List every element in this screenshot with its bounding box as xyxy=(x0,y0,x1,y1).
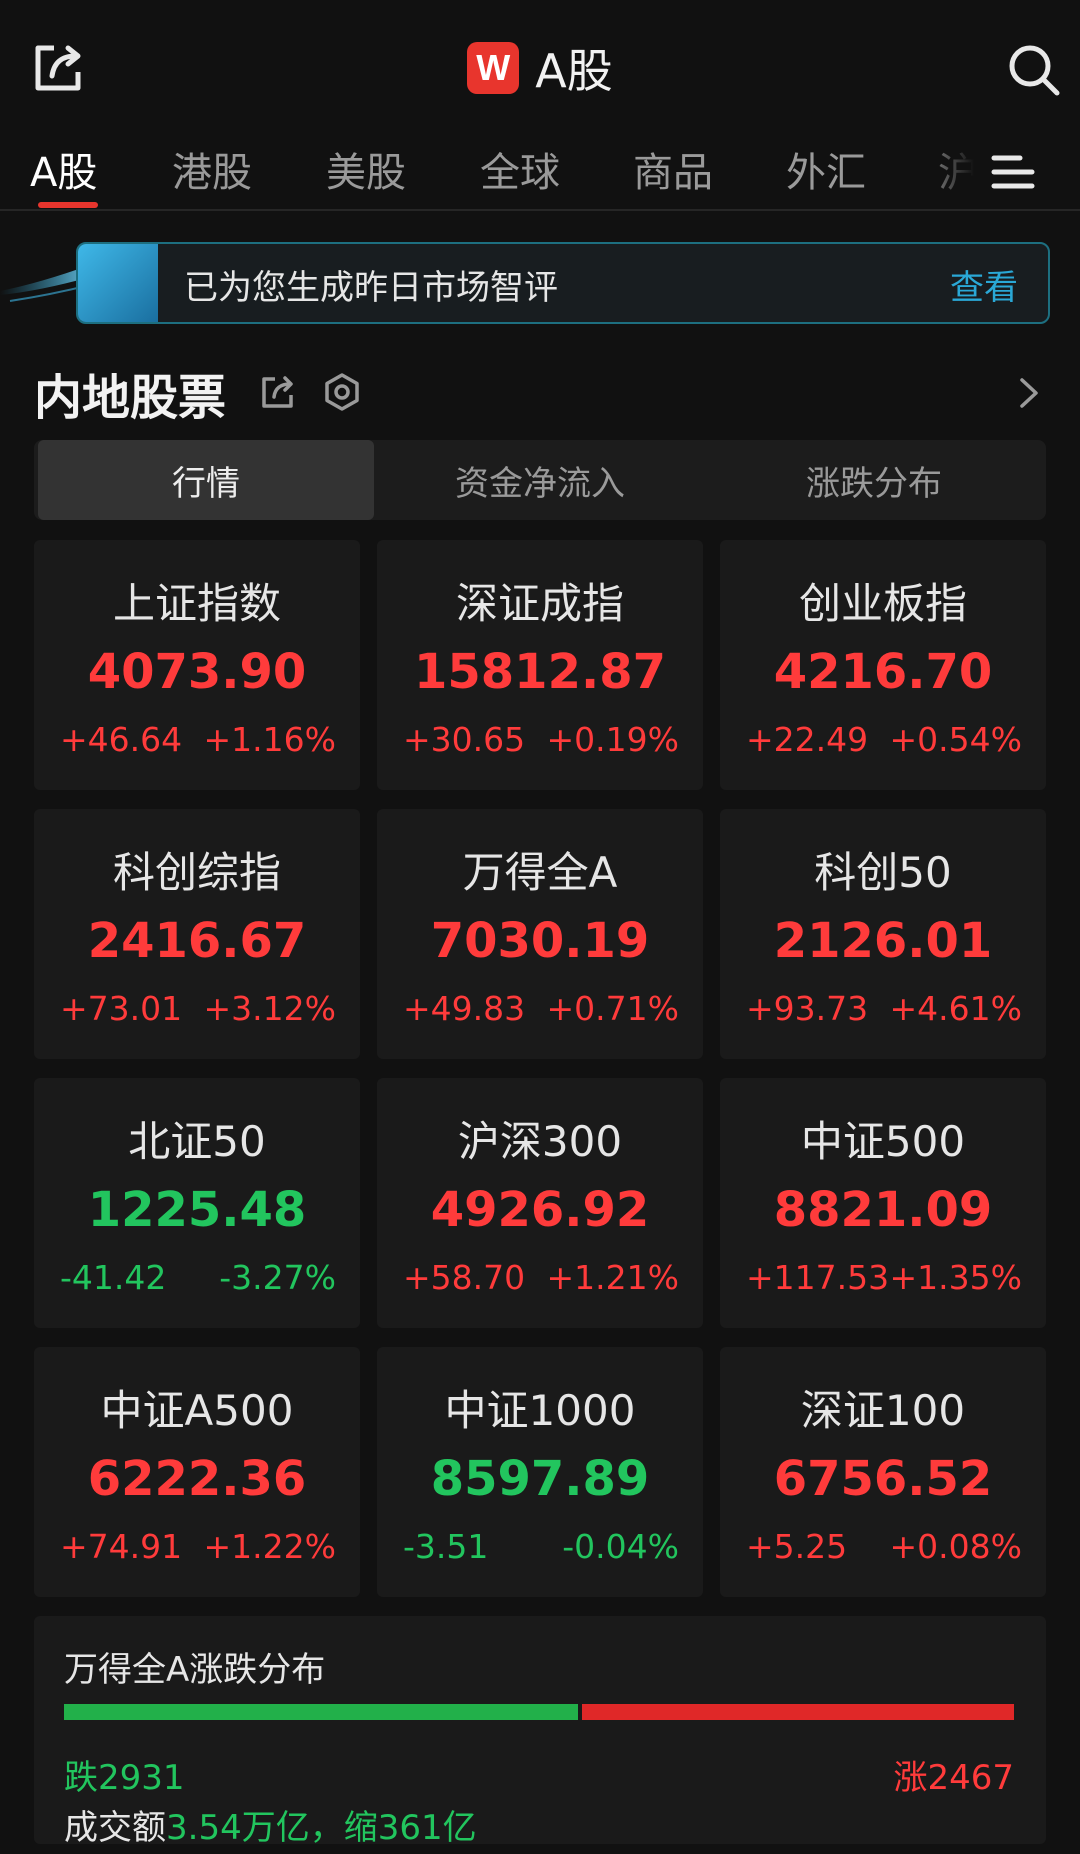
section-title: 内地股票 xyxy=(34,370,227,426)
settings-icon[interactable] xyxy=(322,372,362,412)
index-change-percent: +1.35% xyxy=(889,1258,1022,1297)
index-card[interactable]: 万得全A 7030.19 +49.83 +0.71% xyxy=(377,809,703,1059)
index-name: 上证指数 xyxy=(112,579,281,628)
tab-us-shares[interactable]: 美股 xyxy=(326,140,406,198)
index-change: +58.70 xyxy=(403,1258,526,1297)
tab-fade-overlay xyxy=(920,130,980,210)
segment-distribution[interactable]: 涨跌分布 xyxy=(706,440,1042,520)
index-card[interactable]: 中证500 8821.09 +117.53 +1.35% xyxy=(720,1078,1046,1328)
index-card[interactable]: 北证50 1225.48 -41.42 -3.27% xyxy=(34,1078,360,1328)
index-card[interactable]: 深证成指 15812.87 +30.65 +0.19% xyxy=(377,540,703,790)
distribution-bar xyxy=(64,1704,1014,1720)
index-name: 中证500 xyxy=(800,1117,966,1166)
view-segmented-control: 行情 资金净流入 涨跌分布 xyxy=(34,440,1046,520)
market-tabs: A股 港股 美股 全球 商品 外汇 沪 xyxy=(0,130,1080,210)
section-share-icon[interactable] xyxy=(260,374,296,410)
index-change-percent: +0.08% xyxy=(889,1527,1022,1566)
index-card[interactable]: 中证1000 8597.89 -3.51 -0.04% xyxy=(377,1347,703,1597)
banner-view-link[interactable]: 查看 xyxy=(950,260,1018,309)
index-card[interactable]: 沪深300 4926.92 +58.70 +1.21% xyxy=(377,1078,703,1328)
turnover-value: 3.54万亿，缩361亿 xyxy=(166,1808,477,1848)
turnover-label: 成交额 xyxy=(64,1808,166,1848)
distribution-title: 万得全A涨跌分布 xyxy=(64,1650,326,1690)
index-name: 深证100 xyxy=(800,1386,966,1435)
active-tab-indicator xyxy=(38,202,98,208)
index-change-percent: +4.61% xyxy=(889,989,1022,1028)
turnover-text: 成交额3.54万亿，缩361亿 xyxy=(64,1800,477,1849)
index-value: 4216.70 xyxy=(773,644,993,700)
fall-count: 跌2931 xyxy=(64,1758,185,1798)
segment-net-inflow[interactable]: 资金净流入 xyxy=(372,440,708,520)
page-title: A股 xyxy=(535,44,613,98)
index-value: 8597.89 xyxy=(430,1451,650,1507)
index-name: 北证50 xyxy=(128,1117,266,1166)
index-change: -41.42 xyxy=(60,1258,167,1297)
index-change: +93.73 xyxy=(746,989,869,1028)
index-name: 创业板指 xyxy=(798,579,967,628)
index-change: -3.51 xyxy=(403,1527,489,1566)
index-name: 中证1000 xyxy=(444,1386,636,1435)
distribution-bar-fall xyxy=(64,1704,578,1720)
index-value: 4926.92 xyxy=(430,1182,650,1238)
index-change: +30.65 xyxy=(403,720,526,759)
index-card[interactable]: 上证指数 4073.90 +46.64 +1.16% xyxy=(34,540,360,790)
index-card[interactable]: 科创综指 2416.67 +73.01 +3.12% xyxy=(34,809,360,1059)
tab-forex[interactable]: 外汇 xyxy=(786,140,866,198)
tabs-divider xyxy=(0,209,1080,211)
ai-commentary-banner[interactable]: 已为您生成昨日市场智评 查看 xyxy=(76,242,1050,324)
tab-a-shares[interactable]: A股 xyxy=(30,140,97,198)
banner-text: 已为您生成昨日市场智评 xyxy=(184,268,558,308)
index-value: 8821.09 xyxy=(773,1182,993,1238)
wind-logo-icon: W xyxy=(467,42,520,94)
index-change: +5.25 xyxy=(746,1527,848,1566)
tab-commodities[interactable]: 商品 xyxy=(633,140,713,198)
distribution-card[interactable]: 万得全A涨跌分布 跌2931 涨2467 成交额3.54万亿，缩361亿 xyxy=(34,1616,1046,1848)
index-name: 沪深300 xyxy=(457,1117,623,1166)
index-name: 中证A500 xyxy=(100,1386,294,1435)
index-value: 1225.48 xyxy=(87,1182,307,1238)
tab-hk-shares[interactable]: 港股 xyxy=(172,140,252,198)
index-name: 深证成指 xyxy=(455,579,624,628)
index-change: +74.91 xyxy=(60,1527,183,1566)
page-title-group: W A股 xyxy=(0,36,1080,100)
index-value: 15812.87 xyxy=(413,644,667,700)
index-name: 科创综指 xyxy=(112,848,281,897)
chevron-right-icon[interactable] xyxy=(1016,376,1042,410)
index-card[interactable]: 深证100 6756.52 +5.25 +0.08% xyxy=(720,1347,1046,1597)
index-change-percent: -0.04% xyxy=(562,1527,679,1566)
index-change-percent: +0.71% xyxy=(546,989,679,1028)
menu-icon[interactable] xyxy=(990,152,1036,192)
index-change-percent: +1.16% xyxy=(203,720,336,759)
index-name: 万得全A xyxy=(462,848,618,897)
index-change: +73.01 xyxy=(60,989,183,1028)
index-change: +22.49 xyxy=(746,720,869,759)
index-value: 2126.01 xyxy=(773,913,993,969)
tab-global[interactable]: 全球 xyxy=(480,140,560,198)
index-card[interactable]: 中证A500 6222.36 +74.91 +1.22% xyxy=(34,1347,360,1597)
index-name: 科创50 xyxy=(814,848,952,897)
segment-quotes[interactable]: 行情 xyxy=(38,440,374,520)
index-change-percent: -3.27% xyxy=(219,1258,336,1297)
index-change-percent: +1.21% xyxy=(546,1258,679,1297)
banner-accent-icon xyxy=(78,244,158,322)
index-card[interactable]: 创业板指 4216.70 +22.49 +0.54% xyxy=(720,540,1046,790)
index-change: +49.83 xyxy=(403,989,526,1028)
search-icon[interactable] xyxy=(1006,42,1062,98)
rise-count: 涨2467 xyxy=(893,1758,1014,1798)
index-card[interactable]: 科创50 2126.01 +93.73 +4.61% xyxy=(720,809,1046,1059)
index-value: 6756.52 xyxy=(773,1451,993,1507)
index-change-percent: +0.54% xyxy=(889,720,1022,759)
index-value: 7030.19 xyxy=(430,913,650,969)
distribution-bar-rise xyxy=(582,1704,1014,1720)
index-change: +46.64 xyxy=(60,720,183,759)
index-value: 2416.67 xyxy=(87,913,307,969)
index-change: +117.53 xyxy=(746,1258,890,1297)
index-value: 4073.90 xyxy=(87,644,307,700)
index-change-percent: +0.19% xyxy=(546,720,679,759)
index-value: 6222.36 xyxy=(87,1451,307,1507)
index-change-percent: +3.12% xyxy=(203,989,336,1028)
index-change-percent: +1.22% xyxy=(203,1527,336,1566)
